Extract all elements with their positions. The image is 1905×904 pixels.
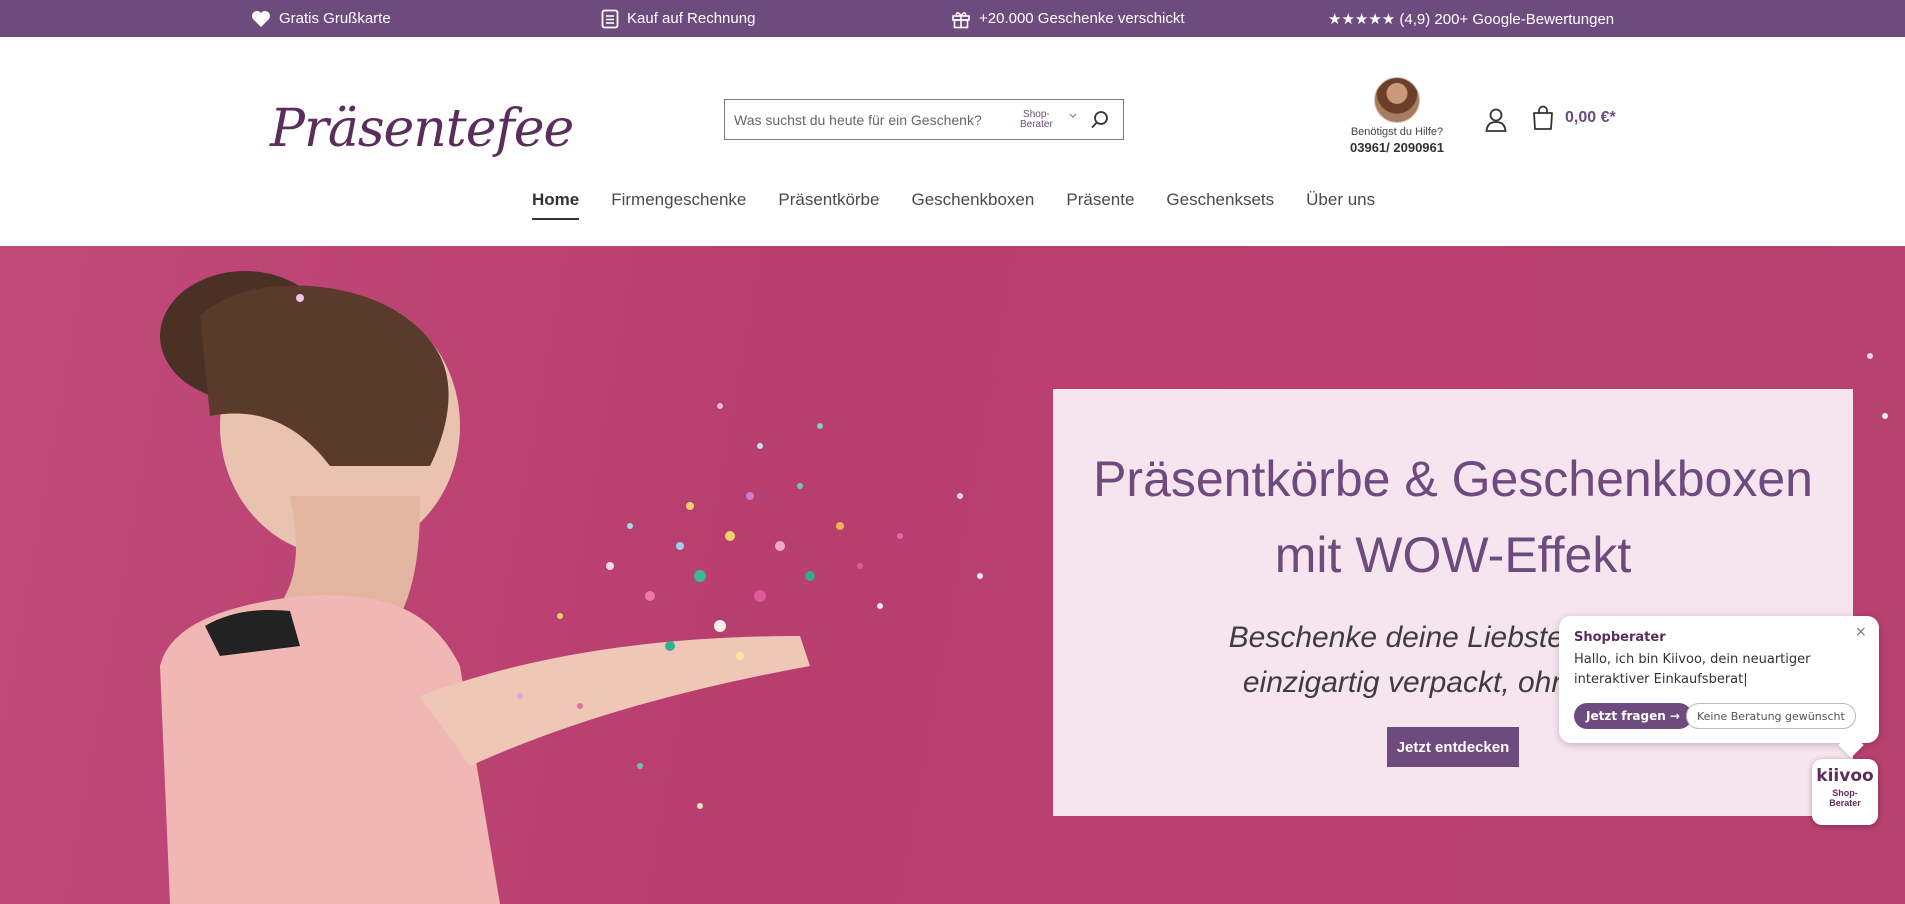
shop-berater-dropdown[interactable]: Shop- Berater <box>1020 110 1053 130</box>
usp-item-google-rating: ★★★★★ (4,9) 200+ Google-Bewertungen <box>1328 0 1614 37</box>
logo[interactable]: Präsentefee <box>268 77 574 177</box>
chevron-down-icon[interactable] <box>1068 112 1078 120</box>
account-button[interactable] <box>1484 107 1508 133</box>
hero-banner: Präsentkörbe & Geschenkboxen mit WOW-Eff… <box>0 246 1905 904</box>
search-bar: Shop- Berater <box>724 99 1124 140</box>
usp-bar: Gratis Grußkarte Kauf auf Rechnung +20.0… <box>0 0 1905 37</box>
chat-title: Shopberater <box>1574 630 1666 645</box>
usp-label: Gratis Grußkarte <box>279 10 391 27</box>
nav-item-praesente[interactable]: Präsente <box>1066 190 1134 220</box>
shopping-bag-icon <box>1533 105 1553 130</box>
nav-item-geschenkboxen[interactable]: Geschenkboxen <box>911 190 1034 220</box>
kiivoo-logo: kiivoo <box>1816 766 1874 786</box>
main-navigation: Home Firmengeschenke Präsentkörbe Gesche… <box>532 190 1407 220</box>
hero-title-line1: Präsentkörbe & Geschenkboxen <box>1093 451 1813 507</box>
gift-icon <box>952 11 970 28</box>
kiivoo-label-line1: Shop- <box>1832 788 1858 798</box>
search-icon <box>1091 111 1108 129</box>
nav-item-firmengeschenke[interactable]: Firmengeschenke <box>611 190 746 220</box>
nav-item-praesentkoerbe[interactable]: Präsentkörbe <box>778 190 879 220</box>
header: Präsentefee Shop- Berater Benötigst du H… <box>0 37 1905 246</box>
usp-label: Kauf auf Rechnung <box>627 10 756 27</box>
search-input[interactable] <box>725 100 1010 139</box>
user-icon <box>1485 108 1507 132</box>
hero-text-box: Präsentkörbe & Geschenkboxen mit WOW-Eff… <box>1053 389 1853 816</box>
usp-item-greeting-card: Gratis Grußkarte <box>251 0 391 37</box>
discover-button[interactable]: Jetzt entdecken <box>1387 727 1519 767</box>
avatar <box>1374 77 1420 123</box>
heart-icon <box>252 10 270 27</box>
hero-title: Präsentkörbe & Geschenkboxen mit WOW-Eff… <box>1053 441 1853 593</box>
usp-label: +20.000 Geschenke verschickt <box>979 10 1185 27</box>
kiivoo-label: Shop- Berater <box>1812 788 1878 808</box>
help-label: Benötigst du Hilfe? <box>1350 126 1444 138</box>
shopberater-chat-bubble: Shopberater × Hallo, ich bin Kiivoo, dei… <box>1559 616 1879 758</box>
nav-item-home[interactable]: Home <box>532 190 580 220</box>
help-phone[interactable]: 03961/ 2090961 <box>1340 140 1454 155</box>
nav-item-geschenksets[interactable]: Geschenksets <box>1166 190 1274 220</box>
kiivoo-widget-button[interactable]: kiivoo Shop- Berater <box>1812 759 1878 825</box>
kiivoo-label-line2: Berater <box>1829 798 1861 808</box>
cart-button[interactable]: 0,00 €* <box>1531 105 1616 131</box>
decline-advice-button[interactable]: Keine Beratung gewünscht <box>1686 703 1856 729</box>
usp-label: ★★★★★ (4,9) 200+ Google-Bewertungen <box>1328 10 1615 28</box>
close-icon[interactable]: × <box>1855 624 1867 640</box>
search-button[interactable] <box>1088 108 1112 132</box>
shop-berater-label-line2: Berater <box>1020 119 1053 130</box>
invoice-icon <box>601 9 619 28</box>
nav-item-ueber-uns[interactable]: Über uns <box>1306 190 1375 220</box>
chat-message: Hallo, ich bin Kiivoo, dein neuartiger i… <box>1574 652 1811 687</box>
help-contact[interactable]: Benötigst du Hilfe? 03961/ 2090961 <box>1340 77 1454 155</box>
usp-item-gifts-sent: +20.000 Geschenke verschickt <box>951 0 1185 37</box>
usp-item-invoice: Kauf auf Rechnung <box>601 0 755 37</box>
hero-title-line2: mit WOW-Effekt <box>1274 527 1632 583</box>
cart-total: 0,00 €* <box>1565 109 1616 126</box>
logo-text: Präsentefee <box>270 99 574 159</box>
ask-now-button[interactable]: Jetzt fragen → <box>1574 703 1692 729</box>
